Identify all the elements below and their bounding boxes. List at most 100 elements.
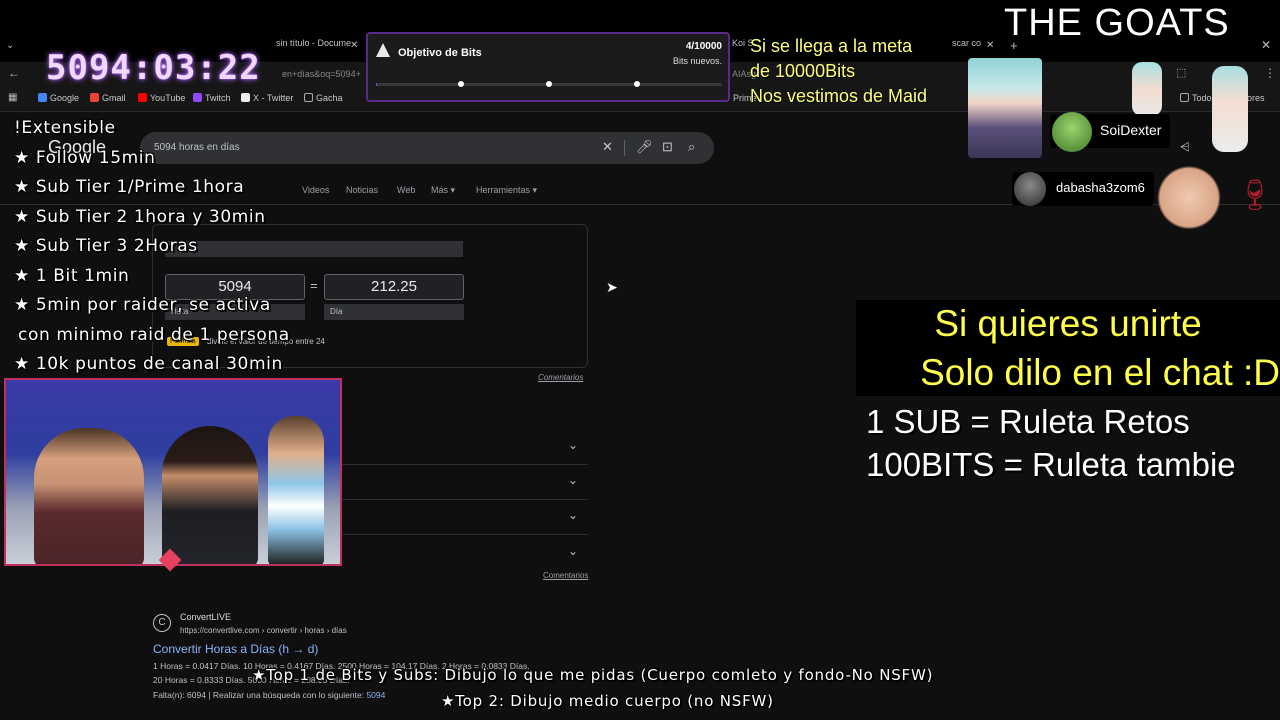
join-text-line: Solo dilo en el chat :D [920, 352, 1280, 393]
chevron-down-icon[interactable]: ⌄ [568, 438, 578, 452]
converter-right-input[interactable]: 212.25 [324, 274, 464, 300]
tab-label: sin título - Docume [276, 38, 352, 48]
bookmark-label: Todo [1192, 93, 1212, 103]
chevron-down-icon[interactable]: ⌄ [568, 473, 578, 487]
bits-goal-subtitle: Bits nuevos. [672, 56, 722, 66]
bits-goal-title: Objetivo de Bits [398, 47, 482, 59]
viewer-card-soidexter: SoiDexter [1050, 112, 1170, 152]
maid-goal-text: Si se llega a la meta de 10000Bits Nos v… [750, 34, 927, 109]
tab-herramientas[interactable]: Herramientas ▾ [476, 185, 537, 196]
rule-line: ★ Sub Tier 2 1hora y 30min [14, 206, 266, 227]
tab-noticias[interactable]: Noticias [346, 185, 378, 195]
rule-line: !Extensible [14, 118, 116, 138]
cohost-person-image [162, 426, 258, 564]
url-text[interactable]: en+días&oq=5094+ [282, 69, 361, 79]
result-snippet-text: Falta(n): 6094 | Realizar una búsqueda c… [153, 690, 365, 700]
tab-mas[interactable]: Más ▾ [431, 185, 455, 196]
extensions-icon[interactable]: ⬚ [1176, 66, 1186, 79]
back-arrow-icon[interactable]: ← [8, 66, 20, 80]
tab-web[interactable]: Web [397, 185, 415, 195]
tab-partial-2[interactable]: scar co [952, 38, 986, 60]
share-icon: ⩤ [1180, 140, 1190, 154]
search-divider [624, 140, 625, 156]
bookmark-label: Google [50, 93, 80, 103]
right-unit-select[interactable]: Día [324, 304, 464, 320]
chibi-character-image [1212, 66, 1248, 152]
result-snippet-link[interactable]: 5094 [366, 690, 385, 700]
chevron-down-icon[interactable]: ⌄ [568, 544, 578, 558]
bookmark-google[interactable]: Google [38, 93, 79, 103]
bookmark-gmail[interactable]: Gmail [90, 93, 126, 103]
top-reward-line: ★Top 2: Dibujo medio cuerpo (no NSFW) [441, 692, 774, 710]
youtube-icon [138, 93, 147, 102]
rule-line: ★ 5min por raider, se activa [14, 295, 271, 315]
equals-sign: = [310, 278, 318, 293]
anime-character-image [968, 58, 1042, 158]
tab-close-icon[interactable]: ✕ [986, 40, 994, 51]
google-icon [38, 93, 47, 102]
bookmark-twitch[interactable]: Twitch [193, 93, 231, 103]
menu-icon[interactable]: ⋮ [1264, 66, 1276, 80]
webcam-feed [4, 378, 342, 566]
figurine-image [268, 416, 324, 564]
bookmark-label: Gmail [102, 93, 126, 103]
rule-line: ★ Sub Tier 3 2Horas [14, 236, 198, 256]
comentarios-link[interactable]: Comentarios [543, 571, 588, 580]
chevron-down-icon[interactable]: ⌄ [568, 508, 578, 522]
brand-title: THE GOATS [1004, 2, 1230, 44]
tab-close-icon[interactable]: ✕ [350, 40, 358, 51]
rule-line: ★ 10k puntos de canal 30min [14, 354, 283, 374]
tab-list-chevron-icon[interactable]: ⌄ [6, 40, 14, 51]
avatar [1052, 112, 1092, 152]
rule-line: ★ Sub Tier 1/Prime 1hora [14, 177, 245, 197]
join-text-line: Si quieres unirte [934, 303, 1202, 344]
mouse-cursor-icon: ➤ [606, 279, 618, 295]
progress-marker [546, 81, 552, 87]
result-site-name: ConvertLIVE [180, 612, 232, 622]
window-close-icon[interactable]: ✕ [1261, 38, 1271, 52]
maid-text-line: Si se llega a la meta [750, 36, 913, 56]
bookmark-label: YouTube [150, 93, 186, 103]
chibi-character-image [1132, 62, 1162, 116]
gmail-icon [90, 93, 99, 102]
result-url[interactable]: https://convertlive.com › convertir › ho… [180, 626, 347, 635]
rule-line: ★ Follow 15min [14, 147, 156, 168]
result-snippet-line: Falta(n): 6094 | Realizar una búsqueda c… [153, 690, 385, 700]
maid-text-line: de 10000Bits [750, 61, 856, 81]
tab-videos[interactable]: Videos [302, 185, 329, 195]
folder-icon [1180, 93, 1189, 102]
rule-line: con minimo raid de 1 persona [18, 324, 290, 345]
tab-partial[interactable]: Koi S [732, 38, 752, 60]
progress-marker [634, 81, 640, 87]
tab-label: scar co [952, 38, 982, 48]
tab-document[interactable]: sin título - Docume [276, 38, 356, 60]
bookmark-youtube[interactable]: YouTube [138, 93, 185, 103]
search-icon[interactable]: ⌕ [688, 139, 695, 155]
apps-grid-icon[interactable]: ▦ [8, 92, 17, 103]
clear-icon[interactable]: ✕ [602, 139, 613, 155]
x-twitter-icon [241, 93, 250, 102]
microphone-icon[interactable]: 🎤︎ [636, 139, 653, 155]
lens-icon[interactable]: ⊡ [662, 139, 673, 155]
comentarios-link[interactable]: Comentarios [538, 373, 583, 382]
bookmark-folder-todo[interactable]: Todo [1180, 93, 1212, 103]
sticker-face-image [1154, 158, 1224, 230]
bookmark-gacha[interactable]: Gacha [304, 93, 343, 103]
rule-line: ★ 1 Bit 1min [14, 265, 130, 286]
subathon-rules-list: !Extensible ★ Follow 15min ★ Sub Tier 1/… [14, 114, 290, 380]
streamer-person-image [34, 428, 144, 564]
bookmark-label: Gacha [316, 93, 343, 103]
tab-label: Koi S [732, 38, 752, 48]
wine-glass-icon: 🍷︎ [1236, 179, 1275, 212]
result-title-link[interactable]: Convertir Horas a Días (h → d) [153, 642, 318, 656]
viewer-name: SoiDexter [1100, 122, 1162, 138]
ruleta-text-line: 1 SUB = Ruleta Retos [866, 403, 1190, 440]
site-favicon: C [153, 614, 171, 632]
ruleta-text-line: 100BITS = Ruleta tambie [866, 446, 1236, 483]
progress-marker [458, 81, 464, 87]
twitch-icon [193, 93, 202, 102]
top-reward-line: ★Top 1 de Bits y Subs: Dibujo lo que me … [252, 666, 934, 684]
bookmark-x-twitter[interactable]: X - Twitter [241, 93, 293, 103]
viewer-card-dabasha: dabasha3zom6 [1012, 172, 1154, 206]
avatar [1014, 172, 1046, 206]
